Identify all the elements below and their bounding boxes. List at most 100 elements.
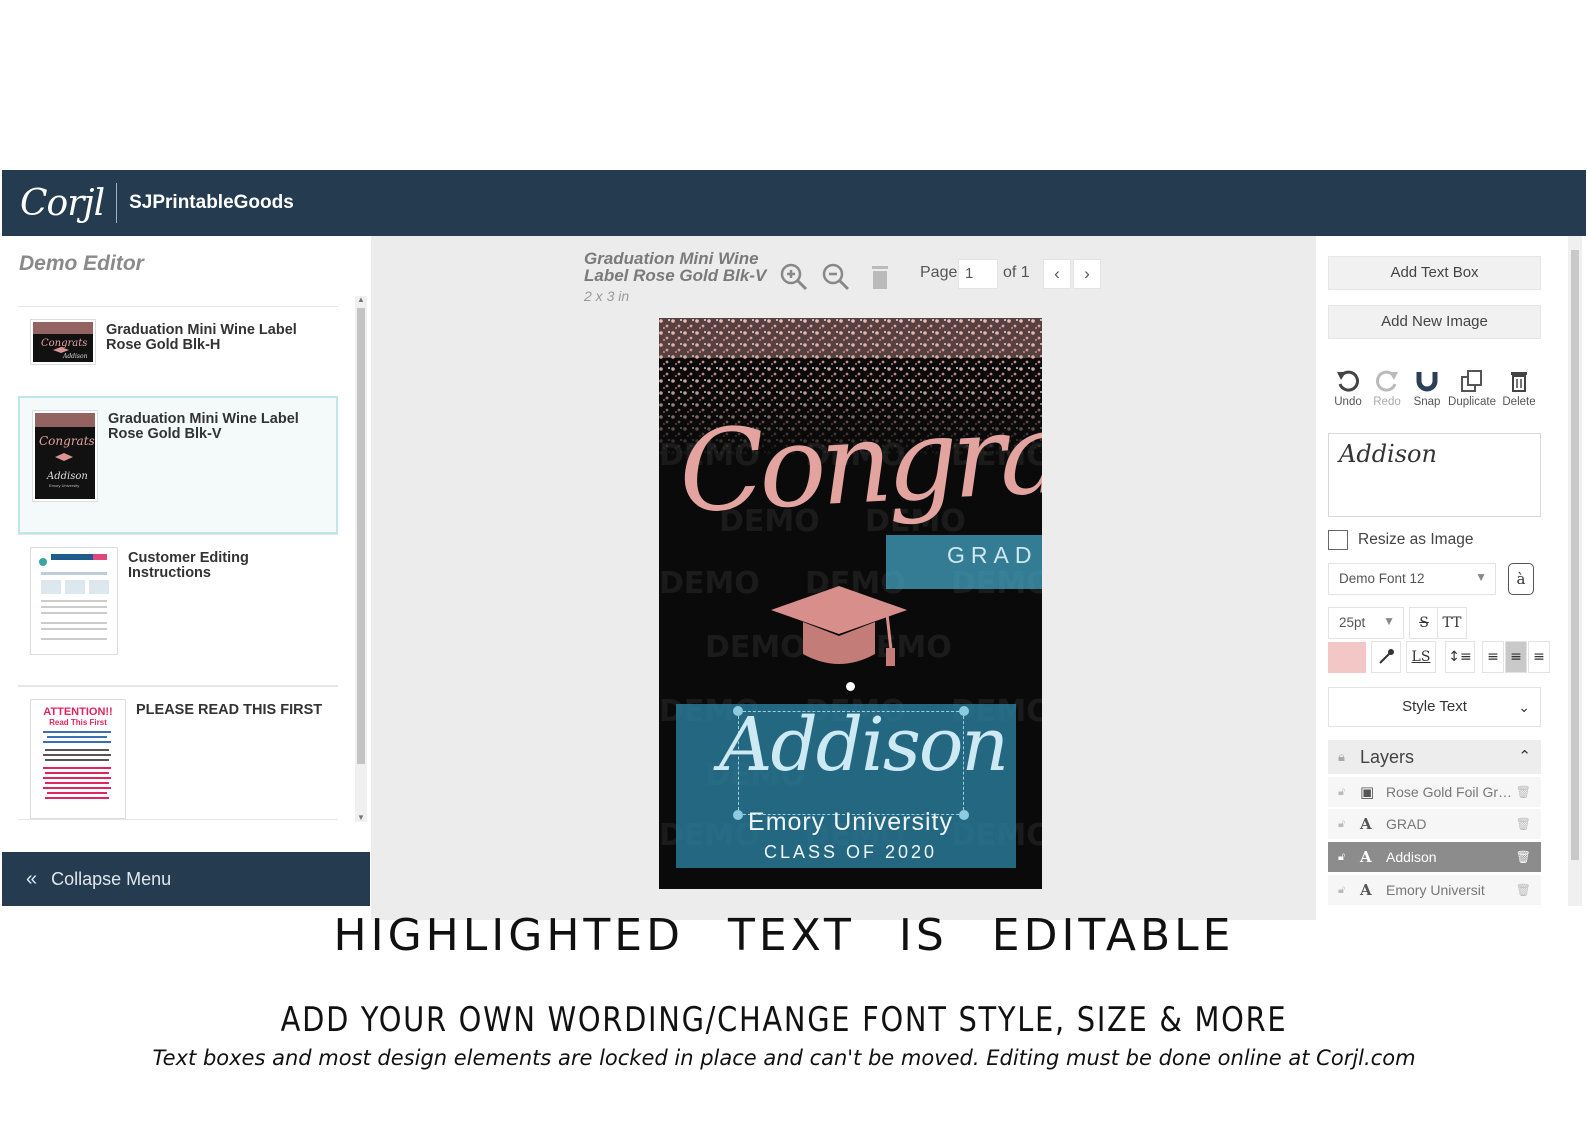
chevron-down-icon: ⌄ — [1518, 699, 1530, 715]
trash-icon[interactable]: 🗑︎ — [1516, 777, 1531, 808]
zoom-out-icon[interactable] — [821, 262, 851, 292]
sidebar-title: Demo Editor — [19, 252, 144, 275]
collapse-menu-button[interactable]: « Collapse Menu — [2, 852, 370, 906]
text-content-input[interactable]: Addison — [1328, 433, 1541, 517]
layer-row-active[interactable]: 🔓︎ A Addison 🗑︎ — [1328, 842, 1541, 873]
resize-as-image-label: Resize as Image — [1358, 531, 1474, 548]
layer-name: Addison — [1386, 849, 1437, 865]
zoom-in-icon[interactable] — [779, 262, 809, 292]
trash-icon[interactable] — [865, 262, 895, 292]
align-right-icon[interactable]: ≡ — [1528, 641, 1550, 673]
scroll-down-icon[interactable]: ▼ — [357, 813, 365, 822]
letter-spacing-icon[interactable]: LS — [1406, 641, 1436, 673]
attention-subheading: Read This First — [49, 718, 107, 727]
previous-page-button[interactable]: ‹ — [1043, 259, 1071, 289]
attention-heading: ATTENTION!! — [43, 706, 113, 718]
template-thumbnail: Congrats Addison Emory University — [32, 410, 98, 502]
add-new-image-button[interactable]: Add New Image — [1328, 305, 1541, 339]
uppercase-icon[interactable]: TT — [1437, 607, 1467, 639]
add-text-box-button[interactable]: Add Text Box — [1328, 256, 1541, 290]
trash-icon[interactable]: 🗑︎ — [1516, 842, 1531, 873]
page: Corjl SJPrintableGoods Demo Editor Congr… — [0, 0, 1588, 1134]
editor-app: Corjl SJPrintableGoods Demo Editor Congr… — [2, 170, 1586, 920]
text-layer-icon: A — [1360, 815, 1372, 833]
template-name: Customer Editing Instructions — [128, 550, 249, 581]
university-text[interactable]: Emory University — [659, 808, 1042, 837]
template-thumbnail: ATTENTION!! Read This First — [30, 699, 126, 819]
properties-scrollbar[interactable] — [1568, 236, 1582, 906]
caption-locked-note: Text boxes and most design elements are … — [152, 1046, 1416, 1070]
eyedropper-icon[interactable] — [1371, 641, 1401, 673]
magnet-icon — [1416, 372, 1438, 392]
scrollbar-thumb[interactable] — [1571, 250, 1579, 860]
svg-text:Congrats: Congrats — [39, 434, 95, 448]
duplicate-button[interactable]: Duplicate — [1448, 368, 1496, 408]
text-color-swatch[interactable] — [1328, 642, 1366, 673]
corjl-logo[interactable]: Corjl — [20, 183, 105, 224]
unlock-icon[interactable]: 🔓︎ — [1338, 777, 1345, 808]
align-left-icon[interactable]: ≡ — [1482, 641, 1504, 673]
template-list-scrollbar[interactable]: ▲ ▼ — [355, 295, 367, 822]
image-layer-icon: ▣ — [1360, 783, 1375, 801]
unlock-icon[interactable]: 🔓︎ — [1338, 842, 1345, 873]
template-item-active[interactable]: Congrats Addison Emory University Gradua… — [18, 396, 338, 534]
layer-row[interactable]: 🔓︎ ▣ Rose Gold Foil Gra... 🗑︎ — [1328, 777, 1541, 808]
collapse-menu-label: Collapse Menu — [51, 868, 172, 889]
layers-title: Layers — [1360, 747, 1415, 767]
template-thumbnail — [30, 547, 118, 655]
double-chevron-left-icon: « — [26, 867, 38, 890]
properties-panel: Add Text Box Add New Image Undo Redo Sna… — [1316, 236, 1586, 920]
layer-row[interactable]: 🔓︎ A GRAD 🗑︎ — [1328, 809, 1541, 840]
page-count: of 1 — [1003, 264, 1030, 281]
grad-text[interactable]: GRAD — [947, 542, 1037, 569]
rotate-handle[interactable] — [846, 682, 855, 691]
trash-icon[interactable]: 🗑︎ — [1516, 809, 1531, 840]
duplicate-icon — [1461, 370, 1482, 392]
page-number-input[interactable]: 1 — [958, 259, 998, 289]
template-name: Graduation Mini Wine Label Rose Gold Blk… — [108, 411, 299, 442]
layer-row[interactable]: 🔓︎ A Emory Universit 🗑︎ — [1328, 875, 1541, 906]
next-page-button[interactable]: › — [1073, 259, 1101, 289]
glyph-picker-icon[interactable]: à — [1508, 563, 1534, 595]
unlock-icon[interactable]: 🔓︎ — [1338, 809, 1345, 840]
lock-icon: 🔒︎ — [1338, 749, 1345, 764]
layers-header[interactable]: 🔒︎ Layers ⌃ — [1328, 740, 1541, 774]
trash-icon[interactable]: 🗑︎ — [1516, 875, 1531, 906]
caption-editable-note: HIGHLIGHTED TEXT IS EDITABLE — [333, 910, 1235, 961]
scroll-up-icon[interactable]: ▲ — [357, 295, 365, 304]
strikethrough-icon[interactable]: S — [1409, 607, 1439, 639]
shop-name[interactable]: SJPrintableGoods — [129, 192, 294, 214]
resize-as-image-checkbox[interactable] — [1328, 530, 1348, 550]
font-family-value: Demo Font 12 — [1339, 571, 1425, 586]
svg-text:Addison: Addison — [46, 471, 88, 482]
line-height-icon[interactable]: ↕≡ — [1445, 641, 1475, 673]
style-text-label: Style Text — [1402, 698, 1467, 715]
delete-button[interactable]: Delete — [1495, 368, 1543, 408]
font-family-select[interactable]: Demo Font 12 ▼ — [1328, 563, 1496, 595]
trash-icon — [1511, 372, 1527, 392]
logo-divider — [116, 183, 118, 223]
undo-label: Undo — [1334, 396, 1362, 408]
snap-button[interactable]: Snap — [1403, 368, 1451, 408]
style-text-dropdown[interactable]: Style Text ⌄ — [1328, 687, 1541, 727]
redo-label: Redo — [1373, 396, 1401, 408]
class-year-text[interactable]: CLASS OF 2020 — [659, 842, 1042, 863]
canvas-area: Graduation Mini Wine Label Rose Gold Blk… — [371, 236, 1316, 920]
unlock-icon[interactable]: 🔓︎ — [1338, 875, 1345, 906]
template-item[interactable]: Congrats Addison Graduation Mini Wine La… — [18, 306, 338, 398]
page-label: Page — [920, 264, 958, 281]
font-size-select[interactable]: 25pt ▼ — [1328, 607, 1404, 639]
align-center-icon[interactable]: ≡ — [1505, 641, 1527, 673]
label-design-canvas[interactable]: DEMO DEMO DEMO DEMO DEMO DEMO DEMO DEMO … — [659, 318, 1042, 889]
scrollbar-thumb[interactable] — [357, 308, 365, 764]
template-item[interactable]: ATTENTION!! Read This First PLEASE READ … — [18, 686, 338, 820]
template-sidebar: Demo Editor Congrats Addison Graduation … — [2, 236, 371, 920]
template-item[interactable]: Customer Editing Instructions — [18, 534, 338, 686]
graduation-cap-icon — [771, 586, 907, 666]
delete-label: Delete — [1502, 396, 1536, 408]
chevron-up-icon: ⌃ — [1518, 748, 1531, 765]
name-text[interactable]: Addison — [719, 702, 1009, 788]
text-layer-icon: A — [1360, 881, 1372, 899]
template-name: Graduation Mini Wine Label Rose Gold Blk… — [106, 322, 297, 353]
document-size: 2 x 3 in — [584, 288, 630, 304]
